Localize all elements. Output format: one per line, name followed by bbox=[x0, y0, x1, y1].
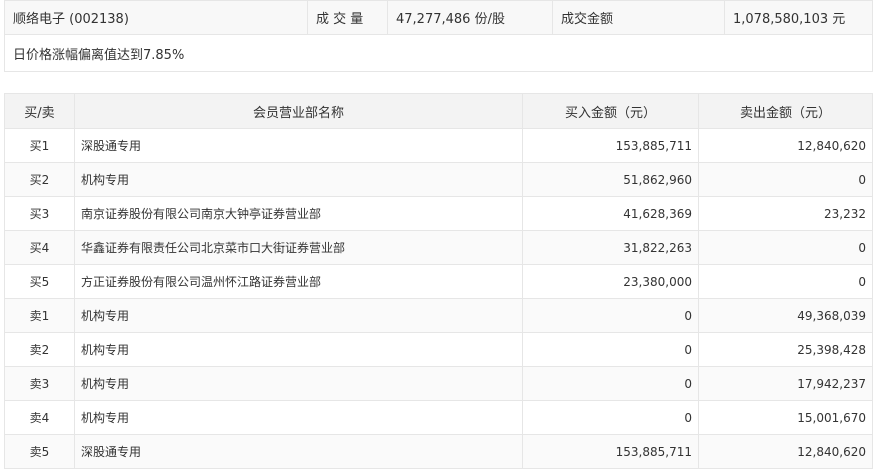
stock-name: 顺络电子 (002138) bbox=[4, 0, 308, 35]
member-name-cell: 深股通专用 bbox=[74, 434, 523, 469]
side-cell: 买1 bbox=[4, 128, 75, 163]
sell-amount-cell: 17,942,237 bbox=[698, 366, 873, 401]
turnover-label: 成交金额 bbox=[552, 0, 725, 35]
sell-amount-cell: 12,840,620 bbox=[698, 434, 873, 469]
sell-amount-cell: 0 bbox=[698, 162, 873, 197]
sell-amount-cell: 49,368,039 bbox=[698, 298, 873, 333]
table-row: 买1 深股通专用 153,885,711 12,840,620 bbox=[4, 128, 873, 163]
member-name-cell: 机构专用 bbox=[74, 298, 523, 333]
member-name-cell: 方正证券股份有限公司温州怀江路证券营业部 bbox=[74, 264, 523, 299]
member-name-cell: 机构专用 bbox=[74, 400, 523, 435]
buy-amount-cell: 0 bbox=[522, 400, 699, 435]
turnover-value: 1,078,580,103 元 bbox=[724, 0, 873, 35]
sell-amount-cell: 23,232 bbox=[698, 196, 873, 231]
table-row: 卖4 机构专用 0 15,001,670 bbox=[4, 400, 873, 435]
member-name-cell: 机构专用 bbox=[74, 332, 523, 367]
member-name-cell: 机构专用 bbox=[74, 162, 523, 197]
header-side: 买/卖 bbox=[4, 93, 75, 129]
side-cell: 买3 bbox=[4, 196, 75, 231]
trading-seats-table: 买/卖 会员营业部名称 买入金额（元） 卖出金额（元） 买1 深股通专用 153… bbox=[4, 93, 873, 469]
table-row: 买2 机构专用 51,862,960 0 bbox=[4, 162, 873, 197]
buy-amount-cell: 153,885,711 bbox=[522, 434, 699, 469]
member-name-cell: 深股通专用 bbox=[74, 128, 523, 163]
buy-amount-cell: 41,628,369 bbox=[522, 196, 699, 231]
side-cell: 卖2 bbox=[4, 332, 75, 367]
buy-amount-cell: 0 bbox=[522, 366, 699, 401]
side-cell: 卖1 bbox=[4, 298, 75, 333]
stock-summary-table: 顺络电子 (002138) 成 交 量 47,277,486 份/股 成交金额 … bbox=[4, 0, 873, 72]
volume-label: 成 交 量 bbox=[307, 0, 388, 35]
member-name-cell: 机构专用 bbox=[74, 366, 523, 401]
buy-amount-cell: 23,380,000 bbox=[522, 264, 699, 299]
buy-amount-cell: 0 bbox=[522, 332, 699, 367]
reason-row: 日价格涨幅偏离值达到7.85% bbox=[4, 34, 873, 72]
member-name-cell: 南京证券股份有限公司南京大钟亭证券营业部 bbox=[74, 196, 523, 231]
side-cell: 卖3 bbox=[4, 366, 75, 401]
sell-amount-cell: 15,001,670 bbox=[698, 400, 873, 435]
side-cell: 买4 bbox=[4, 230, 75, 265]
sell-amount-cell: 0 bbox=[698, 230, 873, 265]
sell-amount-cell: 25,398,428 bbox=[698, 332, 873, 367]
header-buy-amount: 买入金额（元） bbox=[522, 93, 699, 129]
table-row: 买5 方正证券股份有限公司温州怀江路证券营业部 23,380,000 0 bbox=[4, 264, 873, 299]
table-row: 卖3 机构专用 0 17,942,237 bbox=[4, 366, 873, 401]
side-cell: 卖5 bbox=[4, 434, 75, 469]
side-cell: 买2 bbox=[4, 162, 75, 197]
summary-row: 顺络电子 (002138) 成 交 量 47,277,486 份/股 成交金额 … bbox=[4, 0, 873, 35]
member-name-cell: 华鑫证券有限责任公司北京菜市口大街证券营业部 bbox=[74, 230, 523, 265]
volume-value: 47,277,486 份/股 bbox=[387, 0, 553, 35]
table-header-row: 买/卖 会员营业部名称 买入金额（元） 卖出金额（元） bbox=[4, 93, 873, 129]
buy-amount-cell: 0 bbox=[522, 298, 699, 333]
side-cell: 卖4 bbox=[4, 400, 75, 435]
buy-amount-cell: 31,822,263 bbox=[522, 230, 699, 265]
sell-amount-cell: 12,840,620 bbox=[698, 128, 873, 163]
table-row: 卖1 机构专用 0 49,368,039 bbox=[4, 298, 873, 333]
header-member-name: 会员营业部名称 bbox=[74, 93, 523, 129]
table-row: 买3 南京证券股份有限公司南京大钟亭证券营业部 41,628,369 23,23… bbox=[4, 196, 873, 231]
table-row: 卖5 深股通专用 153,885,711 12,840,620 bbox=[4, 434, 873, 469]
table-row: 卖2 机构专用 0 25,398,428 bbox=[4, 332, 873, 367]
side-cell: 买5 bbox=[4, 264, 75, 299]
sell-amount-cell: 0 bbox=[698, 264, 873, 299]
buy-amount-cell: 51,862,960 bbox=[522, 162, 699, 197]
buy-amount-cell: 153,885,711 bbox=[522, 128, 699, 163]
reason-text: 日价格涨幅偏离值达到7.85% bbox=[4, 34, 873, 72]
table-row: 买4 华鑫证券有限责任公司北京菜市口大街证券营业部 31,822,263 0 bbox=[4, 230, 873, 265]
header-sell-amount: 卖出金额（元） bbox=[698, 93, 873, 129]
